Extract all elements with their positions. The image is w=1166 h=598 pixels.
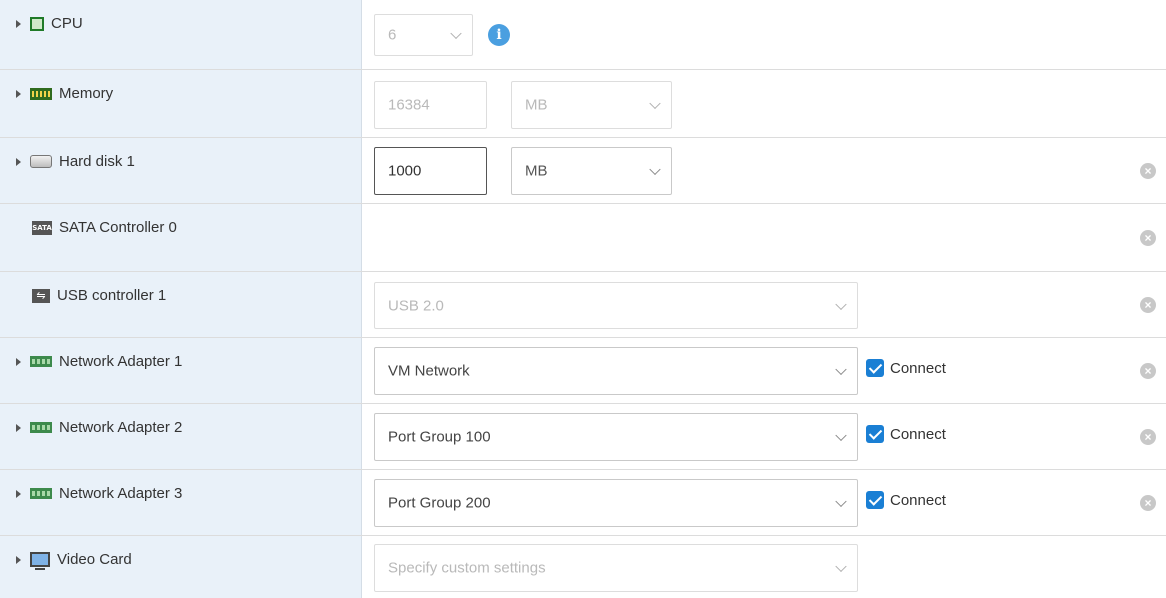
chevron-down-icon	[835, 429, 847, 442]
network-adapter-1-label: Network Adapter 1	[59, 353, 183, 370]
expand-caret-icon[interactable]	[16, 423, 21, 432]
connect-label: Connect	[890, 425, 946, 443]
network-adapter-icon	[30, 356, 52, 367]
chevron-down-icon	[649, 97, 661, 110]
hard-disk-row: Hard disk 1 1000 MB ×	[0, 138, 1166, 204]
row-label-cell: Video Card	[0, 536, 362, 598]
remove-icon[interactable]: ×	[1140, 163, 1156, 179]
network-2-select[interactable]: Port Group 100	[374, 413, 858, 461]
hard-disk-size-input[interactable]: 1000	[374, 147, 487, 195]
video-card-icon	[30, 552, 50, 570]
network-adapter-icon	[30, 488, 52, 499]
cpu-count-select[interactable]: 6	[374, 14, 473, 56]
connect-toggle[interactable]: Connect	[866, 491, 946, 509]
expand-caret-icon[interactable]	[16, 357, 21, 366]
info-icon[interactable]: i	[488, 24, 510, 46]
remove-icon[interactable]: ×	[1140, 297, 1156, 313]
video-card-row: Video Card Specify custom settings	[0, 536, 1166, 598]
hard-disk-size-value: 1000	[388, 162, 422, 180]
video-card-value: Specify custom settings	[388, 559, 546, 577]
row-label-cell: Network Adapter 3	[0, 470, 362, 535]
expand-caret-icon[interactable]	[16, 19, 21, 28]
chevron-down-icon	[835, 560, 847, 573]
connect-toggle[interactable]: Connect	[866, 425, 946, 443]
usb-icon: ⇋	[32, 288, 50, 303]
memory-unit-select[interactable]: MB	[511, 81, 672, 129]
network-2-value: Port Group 100	[388, 428, 491, 446]
network-adapter-1-row: Network Adapter 1 VM Network Connect ×	[0, 338, 1166, 404]
chevron-down-icon	[450, 27, 462, 40]
hard-disk-unit-select[interactable]: MB	[511, 147, 672, 195]
expand-caret-icon[interactable]	[16, 555, 21, 564]
hard-disk-label: Hard disk 1	[59, 153, 135, 170]
connect-toggle[interactable]: Connect	[866, 359, 946, 377]
network-adapter-2-label: Network Adapter 2	[59, 419, 183, 436]
sata-icon: SATA	[32, 220, 52, 235]
network-3-select[interactable]: Port Group 200	[374, 479, 858, 527]
remove-icon[interactable]: ×	[1140, 495, 1156, 511]
connect-checkbox[interactable]	[866, 491, 884, 509]
sata-controller-label: SATA Controller 0	[59, 219, 177, 236]
expand-caret-icon[interactable]	[16, 157, 21, 166]
network-1-select[interactable]: VM Network	[374, 347, 858, 395]
memory-row: Memory 16384 MB	[0, 70, 1166, 138]
video-card-select[interactable]: Specify custom settings	[374, 544, 858, 592]
cpu-icon	[30, 16, 44, 31]
connect-checkbox[interactable]	[866, 425, 884, 443]
memory-icon	[30, 87, 52, 100]
row-label-cell: Network Adapter 1	[0, 338, 362, 403]
chevron-down-icon	[835, 363, 847, 376]
expand-caret-icon[interactable]	[16, 89, 21, 98]
memory-size-value: 16384	[388, 96, 430, 114]
hardware-settings-table: CPU 6 i Memory 16384 MB Hard disk 1 1000…	[0, 0, 1166, 598]
usb-controller-label: USB controller 1	[57, 287, 167, 304]
cpu-label: CPU	[51, 15, 83, 32]
network-adapter-3-row: Network Adapter 3 Port Group 200 Connect…	[0, 470, 1166, 536]
connect-label: Connect	[890, 491, 946, 509]
remove-icon[interactable]: ×	[1140, 429, 1156, 445]
memory-label: Memory	[59, 85, 114, 102]
row-label-cell: Hard disk 1	[0, 138, 362, 203]
usb-version-value: USB 2.0	[388, 297, 444, 314]
row-label-cell: SATA SATA Controller 0	[0, 204, 362, 271]
cpu-count-value: 6	[388, 26, 397, 44]
sata-controller-row: SATA SATA Controller 0 ×	[0, 204, 1166, 272]
usb-version-select[interactable]: USB 2.0	[374, 282, 858, 329]
network-adapter-icon	[30, 422, 52, 433]
hard-disk-unit-value: MB	[525, 162, 548, 180]
row-label-cell: Network Adapter 2	[0, 404, 362, 469]
memory-size-input[interactable]: 16384	[374, 81, 487, 129]
cpu-row: CPU 6 i	[0, 0, 1166, 70]
network-3-value: Port Group 200	[388, 494, 491, 512]
network-adapter-3-label: Network Adapter 3	[59, 485, 183, 502]
row-label-cell: CPU	[0, 0, 362, 69]
network-adapter-2-row: Network Adapter 2 Port Group 100 Connect…	[0, 404, 1166, 470]
usb-controller-row: ⇋ USB controller 1 USB 2.0 ×	[0, 272, 1166, 338]
chevron-down-icon	[649, 163, 661, 176]
row-label-cell: Memory	[0, 70, 362, 137]
hard-disk-icon	[30, 155, 52, 168]
chevron-down-icon	[835, 495, 847, 508]
row-label-cell: ⇋ USB controller 1	[0, 272, 362, 337]
connect-label: Connect	[890, 359, 946, 377]
network-1-value: VM Network	[388, 362, 470, 380]
memory-unit-value: MB	[525, 96, 548, 114]
connect-checkbox[interactable]	[866, 359, 884, 377]
remove-icon[interactable]: ×	[1140, 363, 1156, 379]
expand-caret-icon[interactable]	[16, 489, 21, 498]
remove-icon[interactable]: ×	[1140, 230, 1156, 246]
video-card-label: Video Card	[57, 551, 132, 568]
chevron-down-icon	[835, 298, 847, 310]
